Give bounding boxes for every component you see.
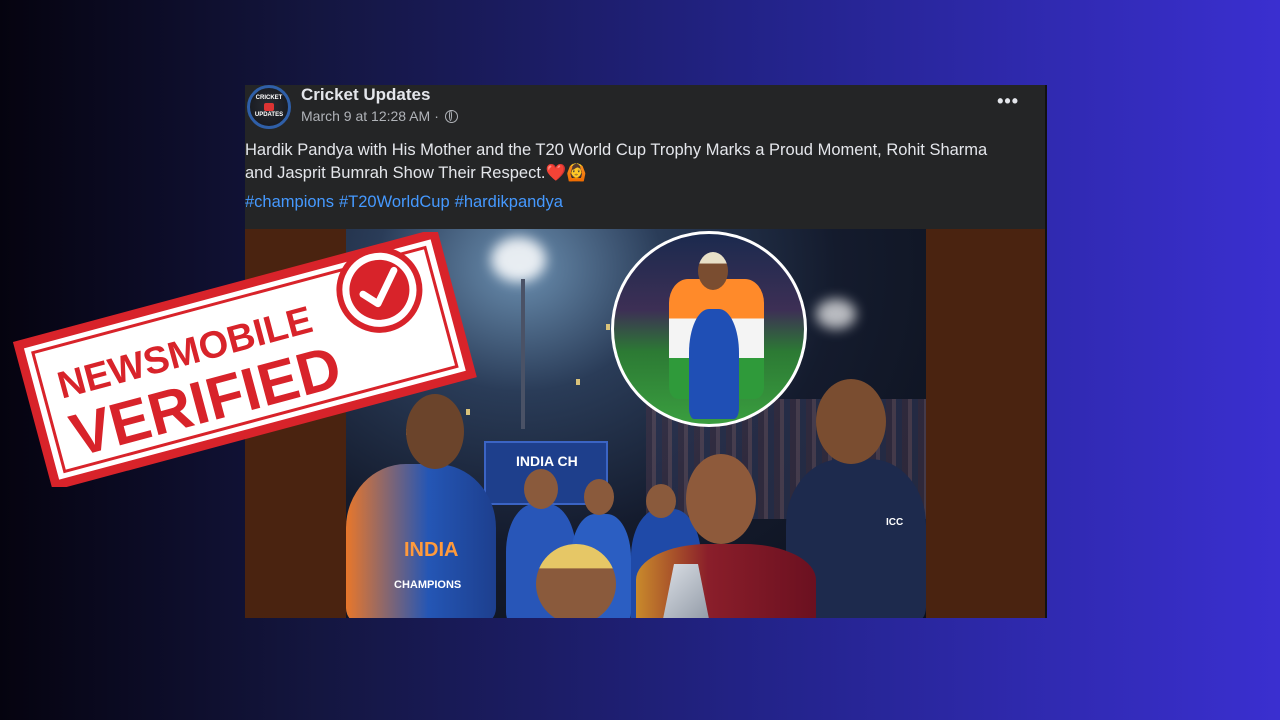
page-avatar[interactable]: CRICKET UPDATES (247, 85, 291, 129)
avatar-text-1: CRICKET (255, 95, 283, 101)
player-head (536, 544, 616, 618)
meta-separator: · (434, 108, 439, 124)
mother-saree (636, 544, 816, 618)
inset-photo (611, 231, 807, 427)
player-head (524, 469, 558, 509)
light-pole (521, 279, 525, 429)
post-meta: March 9 at 12:28 AM · (301, 108, 458, 124)
player-head (816, 379, 886, 464)
page-name-link[interactable]: Cricket Updates (301, 85, 430, 105)
cricket-logo-icon (264, 103, 274, 111)
avatar-text-2: UPDATES (254, 112, 284, 118)
verified-stamp: NEWSMOBILE VERIFIED (12, 232, 477, 487)
hashtag-list: #champions #T20WorldCup #hardikpandya (245, 193, 563, 212)
post-timestamp[interactable]: March 9 at 12:28 AM (301, 108, 430, 124)
confetti (576, 379, 580, 385)
confetti (606, 324, 610, 330)
hashtag-link[interactable]: #hardikpandya (455, 193, 563, 212)
screen-text: INDIA CH (516, 453, 578, 469)
icc-logo-text: ICC (886, 517, 904, 528)
globe-icon[interactable] (444, 109, 458, 123)
stadium-light (491, 237, 546, 282)
inset-player-head (698, 252, 728, 290)
player-head (584, 479, 614, 515)
post-caption: Hardik Pandya with His Mother and the T2… (245, 141, 988, 182)
player-jersey-left: INDIA CHAMPIONS (346, 464, 496, 618)
more-options-icon[interactable]: ••• (997, 91, 1019, 112)
inset-player-jersey (689, 309, 739, 419)
stadium-light (816, 299, 856, 329)
jersey-text: INDIA (404, 539, 459, 561)
hashtag-link[interactable]: #champions (245, 193, 334, 212)
jersey-text-2: CHAMPIONS (394, 579, 462, 591)
hashtag-link[interactable]: #T20WorldCup (339, 193, 450, 212)
mother-head (686, 454, 756, 544)
player-head (646, 484, 676, 518)
